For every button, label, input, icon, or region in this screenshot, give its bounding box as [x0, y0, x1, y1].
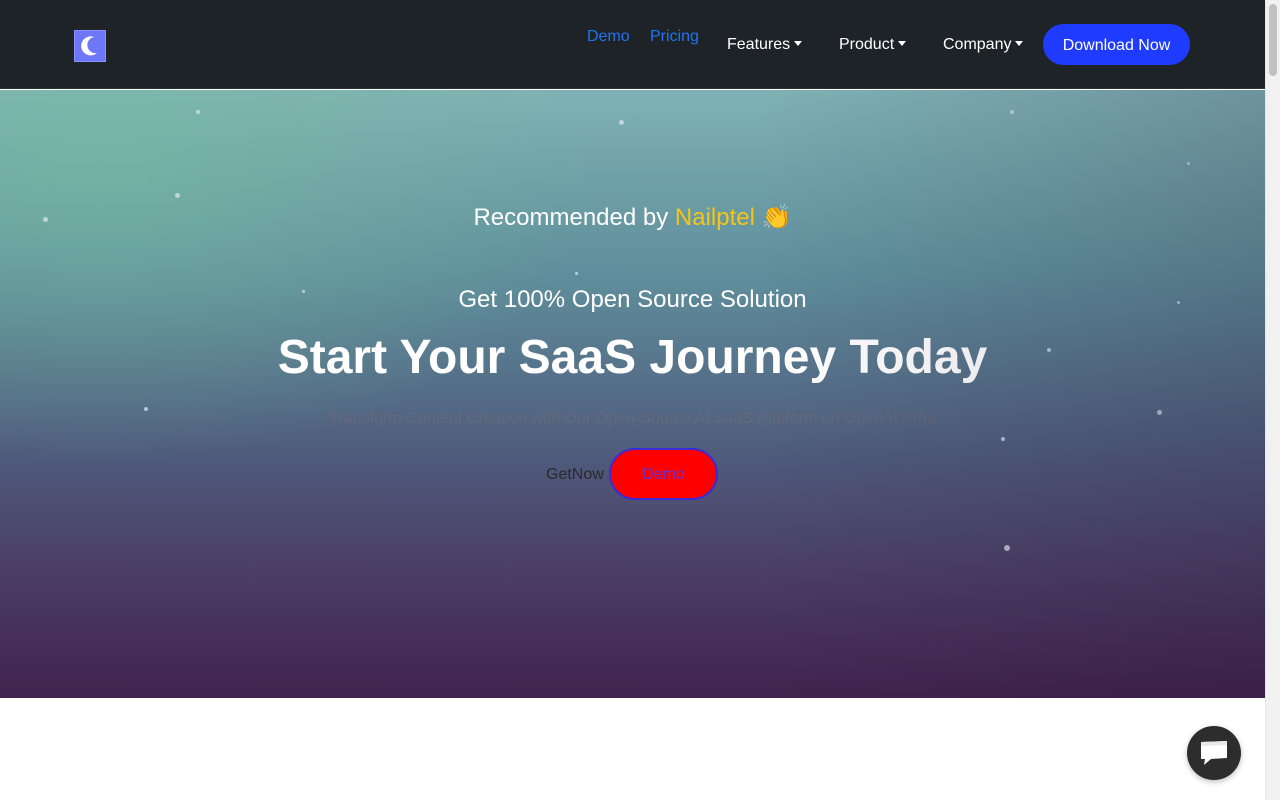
- star-dot: [619, 120, 624, 125]
- recommended-by-text: Recommended by Nailptel 👏: [0, 204, 1265, 232]
- hero-subtitle: Get 100% Open Source Solution: [458, 286, 807, 313]
- caret-down-icon: [1015, 41, 1024, 46]
- star-dot: [196, 110, 200, 114]
- nav-demo-link[interactable]: Demo: [587, 28, 630, 46]
- logo[interactable]: [74, 30, 106, 62]
- chat-widget-button[interactable]: [1187, 726, 1241, 780]
- hero-section: Recommended by Nailptel 👏 Get 100% Open …: [0, 90, 1265, 698]
- hero-demo-button[interactable]: Demo: [609, 448, 718, 500]
- nav-pricing-link[interactable]: Pricing: [650, 28, 699, 46]
- star-dot: [1001, 437, 1005, 441]
- star-dot: [1004, 545, 1010, 551]
- cta-row: GetNow Demo: [0, 448, 1265, 502]
- caret-down-icon: [794, 41, 803, 46]
- recommend-brand: Nailptel: [674, 204, 755, 231]
- star-dot: [1187, 162, 1190, 165]
- vertical-scrollbar[interactable]: [1265, 0, 1280, 800]
- nav-company-dropdown[interactable]: Company: [943, 36, 1024, 54]
- hero-headline: Start Your SaaS Journey Today: [277, 331, 988, 384]
- nav-product-dropdown[interactable]: Product: [839, 36, 907, 54]
- chat-bubble-icon: [1201, 741, 1227, 765]
- caret-down-icon: [898, 41, 907, 46]
- recommend-prefix: Recommended by: [473, 204, 675, 231]
- star-dot: [1010, 110, 1014, 114]
- download-now-button[interactable]: Download Now: [1043, 24, 1190, 65]
- nav-product-label: Product: [839, 36, 895, 53]
- page: Demo Pricing Features Product Company Do…: [0, 0, 1280, 800]
- crescent-logo-icon: [81, 36, 97, 56]
- nav-features-label: Features: [727, 36, 791, 53]
- nav-features-dropdown[interactable]: Features: [727, 36, 803, 54]
- scrollbar-thumb[interactable]: [1269, 4, 1277, 76]
- hero-tagline: Transform Content Creation with Our Open…: [329, 410, 936, 427]
- nav-company-label: Company: [943, 36, 1012, 53]
- get-now-button[interactable]: GetNow: [546, 466, 604, 484]
- star-dot: [575, 272, 578, 275]
- clap-emoji-icon: 👏: [761, 204, 792, 231]
- star-dot: [175, 193, 180, 198]
- navbar: Demo Pricing Features Product Company Do…: [0, 0, 1265, 89]
